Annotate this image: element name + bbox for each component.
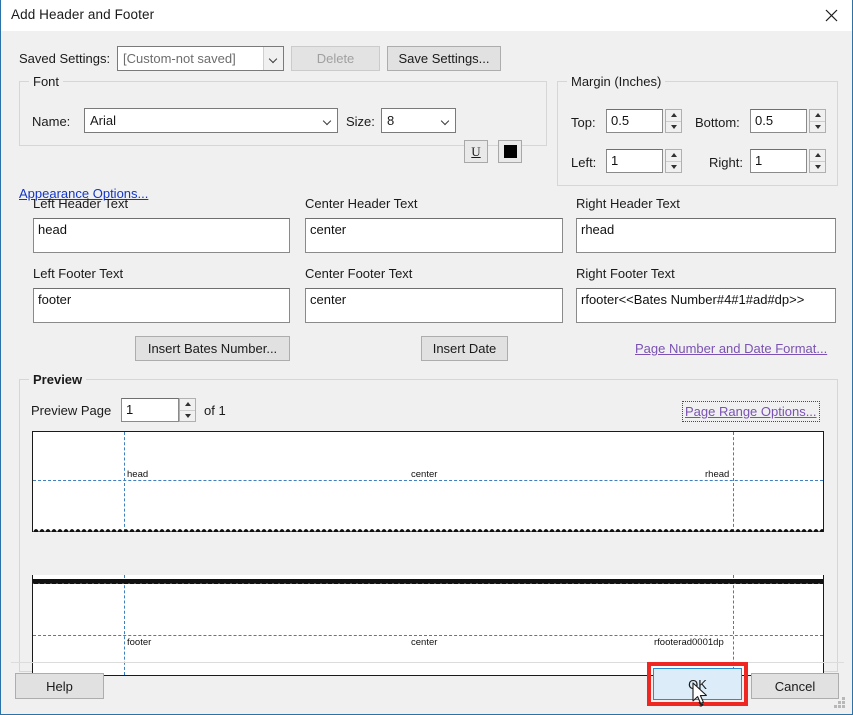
add-header-footer-dialog: Add Header and Footer Saved Settings: [C… [0, 0, 853, 715]
font-size-label: Size: [346, 114, 375, 129]
margin-top-label: Top: [571, 115, 596, 130]
stepper-up-icon[interactable] [180, 399, 195, 411]
guide-line-right [733, 432, 734, 532]
left-header-label: Left Header Text [33, 196, 129, 211]
margin-left-input[interactable]: 1 [606, 149, 663, 173]
page-range-options-link[interactable]: Page Range Options... [682, 401, 820, 422]
help-button[interactable]: Help [15, 673, 104, 699]
preview-page-label: Preview Page [31, 403, 112, 418]
stepper-up-icon[interactable] [810, 110, 825, 122]
underline-label: U [471, 143, 481, 159]
title-bar: Add Header and Footer [1, 0, 852, 32]
delete-button[interactable]: Delete [291, 46, 380, 71]
center-footer-input[interactable]: center [305, 288, 563, 323]
margin-top-input[interactable]: 0.5 [606, 109, 663, 133]
right-footer-input[interactable]: rfooter<<Bates Number#4#1#ad#dp>> [576, 288, 836, 323]
margin-bottom-input[interactable]: 0.5 [750, 109, 807, 133]
ok-button[interactable]: OK [653, 668, 742, 700]
torn-edge-bottom [33, 523, 823, 532]
preview-of-label: of 1 [204, 403, 226, 418]
stepper-up-icon[interactable] [666, 150, 681, 162]
margin-right-input[interactable]: 1 [750, 149, 807, 173]
header-preview-pane: head center rhead [32, 431, 824, 532]
page-number-date-format-link[interactable]: Page Number and Date Format... [635, 341, 827, 356]
stepper-up-icon[interactable] [810, 150, 825, 162]
right-header-input[interactable]: rhead [576, 218, 836, 253]
margin-left-stepper[interactable] [665, 149, 682, 173]
stepper-down-icon[interactable] [666, 162, 681, 173]
preview-footer-center-text: center [411, 637, 438, 648]
right-header-label: Right Header Text [576, 196, 680, 211]
preview-header-left-text: head [127, 469, 149, 480]
preview-footer-right-text: rfooterad0001dp [654, 637, 724, 648]
margin-top-stepper[interactable] [665, 109, 682, 133]
torn-edge-top [33, 575, 823, 584]
insert-date-button[interactable]: Insert Date [421, 336, 508, 361]
chevron-down-icon [436, 109, 455, 132]
left-header-input[interactable]: head [33, 218, 290, 253]
margin-bottom-label: Bottom: [695, 115, 740, 130]
guide-line-horizontal [33, 480, 823, 481]
font-name-combo[interactable]: Arial [84, 108, 338, 133]
preview-footer-left-text: footer [127, 637, 152, 648]
font-name-label: Name: [32, 114, 71, 129]
left-footer-input[interactable]: footer [33, 288, 290, 323]
left-footer-label: Left Footer Text [33, 266, 124, 281]
insert-bates-number-button[interactable]: Insert Bates Number... [135, 336, 290, 361]
preview-header-right-text: rhead [705, 469, 730, 480]
center-footer-label: Center Footer Text [305, 266, 413, 281]
font-group-title: Font [29, 74, 64, 89]
font-size-value: 8 [387, 113, 395, 128]
saved-settings-combo[interactable]: [Custom-not saved] [117, 46, 284, 71]
preview-group-title: Preview [29, 372, 87, 387]
footer-preview-pane: footer center rfooterad0001dp [32, 575, 824, 676]
stepper-down-icon[interactable] [180, 411, 195, 422]
guide-line-left [124, 575, 125, 675]
guide-line-left [124, 432, 125, 532]
margin-group-title: Margin (Inches) [567, 74, 666, 89]
color-swatch-icon [503, 145, 517, 158]
resize-grip[interactable] [833, 697, 846, 710]
dialog-body: Saved Settings: [Custom-not saved] Delet… [1, 31, 852, 714]
close-icon[interactable] [808, 0, 852, 30]
center-header-input[interactable]: center [305, 218, 563, 253]
margin-right-label: Right: [709, 155, 743, 170]
font-color-button[interactable] [498, 140, 522, 163]
saved-settings-label: Saved Settings: [19, 51, 111, 66]
preview-header-center-text: center [411, 469, 438, 480]
stepper-down-icon[interactable] [810, 122, 825, 133]
preview-page-input[interactable]: 1 [121, 398, 179, 422]
save-settings-button[interactable]: Save Settings... [387, 46, 501, 71]
stepper-up-icon[interactable] [666, 110, 681, 122]
font-name-value: Arial [90, 113, 117, 128]
stepper-down-icon[interactable] [666, 122, 681, 133]
margin-left-label: Left: [571, 155, 597, 170]
preview-page-stepper[interactable] [179, 398, 196, 422]
guide-line-horizontal [33, 635, 823, 636]
guide-line-right [733, 575, 734, 675]
saved-settings-value: [Custom-not saved] [123, 51, 236, 66]
underline-button[interactable]: U [464, 140, 488, 163]
chevron-down-icon [318, 109, 337, 132]
font-size-combo[interactable]: 8 [381, 108, 456, 133]
chevron-down-icon [263, 47, 283, 70]
center-header-label: Center Header Text [305, 196, 418, 211]
stepper-down-icon[interactable] [810, 162, 825, 173]
dialog-title: Add Header and Footer [11, 7, 155, 22]
cancel-button[interactable]: Cancel [751, 673, 839, 699]
margin-right-stepper[interactable] [809, 149, 826, 173]
right-footer-label: Right Footer Text [576, 266, 675, 281]
margin-bottom-stepper[interactable] [809, 109, 826, 133]
